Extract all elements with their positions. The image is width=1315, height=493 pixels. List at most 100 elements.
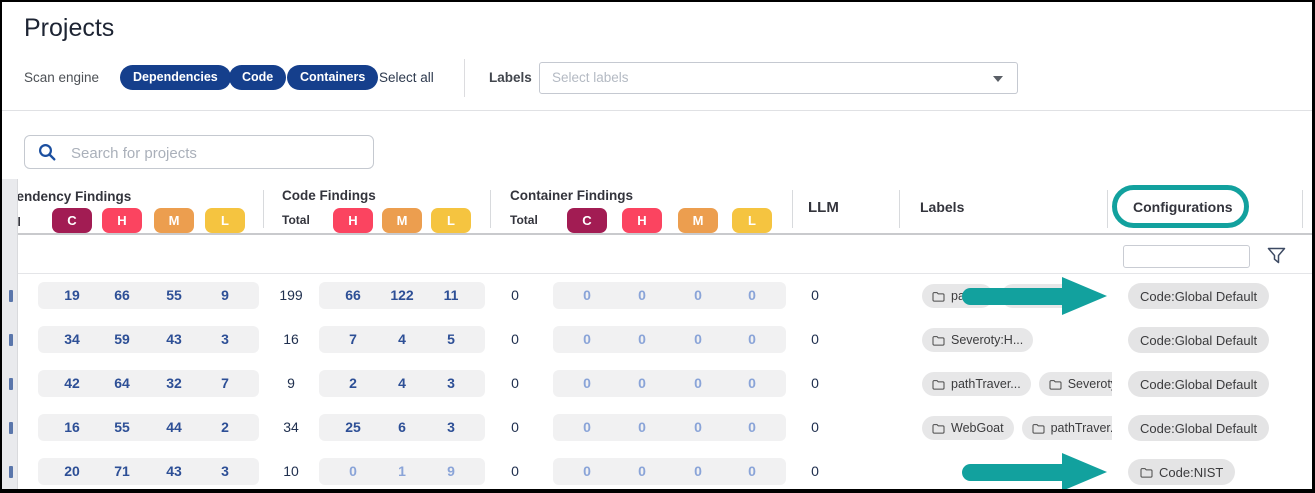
folder-icon — [1032, 423, 1045, 434]
container-l-count[interactable]: 0 — [718, 414, 786, 441]
llm-count: 0 — [811, 331, 819, 347]
dependency-low-header: L — [205, 208, 245, 233]
labels-cell: WebGoat pathTraver.. — [922, 416, 1112, 440]
configurations-cell: Code:Global Default — [1128, 327, 1269, 353]
container-l-count[interactable]: 0 — [718, 370, 786, 397]
container-critical-header: C — [567, 208, 607, 233]
labels-select-placeholder: Select labels — [552, 70, 629, 85]
folder-icon — [1049, 379, 1062, 390]
label-chip[interactable]: Severoty:H... — [922, 328, 1033, 352]
label-chip[interactable]: WebGoat — [922, 416, 1014, 440]
configuration-chip-text: Code:NIST — [1159, 465, 1223, 480]
container-medium-header: M — [678, 208, 718, 233]
container-low-header: L — [732, 208, 772, 233]
labels-cell: pathT — [922, 284, 1112, 308]
configuration-chip-text: Code:Global Default — [1140, 377, 1257, 392]
header-column-divider — [792, 190, 793, 228]
select-all-button[interactable]: Select all — [379, 70, 434, 85]
search-input[interactable] — [69, 137, 368, 169]
container-total-count: 0 — [511, 287, 519, 303]
container-high-header: H — [622, 208, 662, 233]
labels-cell: pathTraver... Severoty — [922, 372, 1112, 396]
label-chip[interactable]: pathT — [922, 284, 993, 308]
labels-select[interactable]: Select labels — [539, 62, 1018, 94]
dependency-l-count[interactable]: 3 — [191, 458, 259, 485]
label-chip-text: pathTraver.. — [1051, 421, 1112, 435]
toolbar-divider — [464, 59, 465, 97]
dependency-l-count[interactable]: 9 — [191, 282, 259, 309]
container-l-count[interactable]: 0 — [718, 458, 786, 485]
llm-count: 0 — [811, 375, 819, 391]
label-chip-text: WebGoat — [951, 421, 1004, 435]
code-total-count: 34 — [283, 419, 299, 435]
code-l-count[interactable]: 11 — [417, 282, 485, 309]
labels-cell: Severoty:H... — [922, 328, 1112, 352]
code-total-count: 10 — [283, 463, 299, 479]
configuration-chip[interactable]: Code:Global Default — [1128, 283, 1269, 309]
configurations-cell: Code:NIST — [1128, 459, 1235, 485]
scan-engine-pill-code[interactable]: Code — [229, 65, 286, 90]
configurations-column-header: Configurations — [1133, 199, 1233, 215]
code-findings-group-header: Code Findings — [282, 188, 376, 203]
dependency-l-count[interactable]: 2 — [191, 414, 259, 441]
dependency-l-count[interactable]: 3 — [191, 326, 259, 353]
dependency-medium-header: M — [154, 208, 194, 233]
code-medium-header: M — [382, 208, 422, 233]
folder-icon — [932, 335, 945, 346]
container-l-count[interactable]: 0 — [718, 282, 786, 309]
configuration-chip[interactable]: Code:Global Default — [1128, 415, 1269, 441]
code-l-count[interactable]: 9 — [417, 458, 485, 485]
container-l-count[interactable]: 0 — [718, 326, 786, 353]
label-chip[interactable] — [1001, 284, 1077, 308]
folder-icon — [1140, 467, 1153, 478]
clipped-total-value — [9, 422, 13, 434]
label-chip[interactable]: pathTraver.. — [1022, 416, 1112, 440]
code-l-count[interactable]: 3 — [417, 414, 485, 441]
container-total-header: Total — [510, 213, 538, 227]
scan-engine-pill-containers[interactable]: Containers — [287, 65, 378, 90]
configurations-filter-input[interactable] — [1123, 245, 1250, 268]
configurations-cell: Code:Global Default — [1128, 283, 1269, 309]
dependency-total-header-clipped: Total — [18, 213, 26, 228]
label-chip-text: pathT — [951, 289, 983, 303]
folder-icon — [932, 379, 945, 390]
code-total-count: 9 — [287, 375, 295, 391]
llm-count: 0 — [811, 287, 819, 303]
scan-engine-pill-dependencies[interactable]: Dependencies — [120, 65, 231, 90]
code-l-count[interactable]: 3 — [417, 370, 485, 397]
configuration-chip-text: Code:Global Default — [1140, 289, 1257, 304]
code-l-count[interactable]: 5 — [417, 326, 485, 353]
code-total-count: 16 — [283, 331, 299, 347]
configurations-cell: Code:Global Default — [1128, 415, 1269, 441]
label-chip-text: Severoty:H... — [951, 333, 1023, 347]
container-total-count: 0 — [511, 463, 519, 479]
llm-column-header: LLM — [808, 199, 839, 216]
labels-cell — [922, 460, 1112, 484]
code-total-count: 199 — [279, 287, 302, 303]
labels-filter-label: Labels — [489, 70, 532, 85]
table-row: 19665591996612211000000pathTCode:Global … — [18, 274, 1314, 319]
code-low-header: L — [431, 208, 471, 233]
table-header-underline — [18, 233, 1314, 235]
table-row: 1655442342563000000WebGoatpathTraver..Co… — [18, 406, 1314, 451]
folder-icon — [932, 291, 945, 302]
llm-count: 0 — [811, 419, 819, 435]
configuration-chip[interactable]: Code:Global Default — [1128, 371, 1269, 397]
configuration-chip[interactable]: Code:NIST — [1128, 459, 1235, 485]
table-row: 42643279243000000pathTraver...SeverotyCo… — [18, 362, 1314, 407]
dependency-l-count[interactable]: 7 — [191, 370, 259, 397]
header-column-divider — [1302, 190, 1303, 228]
filter-funnel-icon[interactable] — [1266, 246, 1287, 266]
llm-count: 0 — [811, 463, 819, 479]
header-column-divider — [1107, 190, 1108, 228]
container-findings-group-header: Container Findings — [510, 188, 633, 203]
header-divider-line — [2, 110, 1315, 111]
configurations-cell: Code:Global Default — [1128, 371, 1269, 397]
table-row: 207143310019000000Code:NIST — [18, 450, 1314, 493]
code-total-header: Total — [282, 213, 310, 227]
page-title: Projects — [24, 14, 114, 43]
label-chip[interactable]: pathTraver... — [922, 372, 1031, 396]
clipped-total-value — [9, 466, 13, 478]
configuration-chip[interactable]: Code:Global Default — [1128, 327, 1269, 353]
label-chip[interactable]: Severoty — [1039, 372, 1112, 396]
